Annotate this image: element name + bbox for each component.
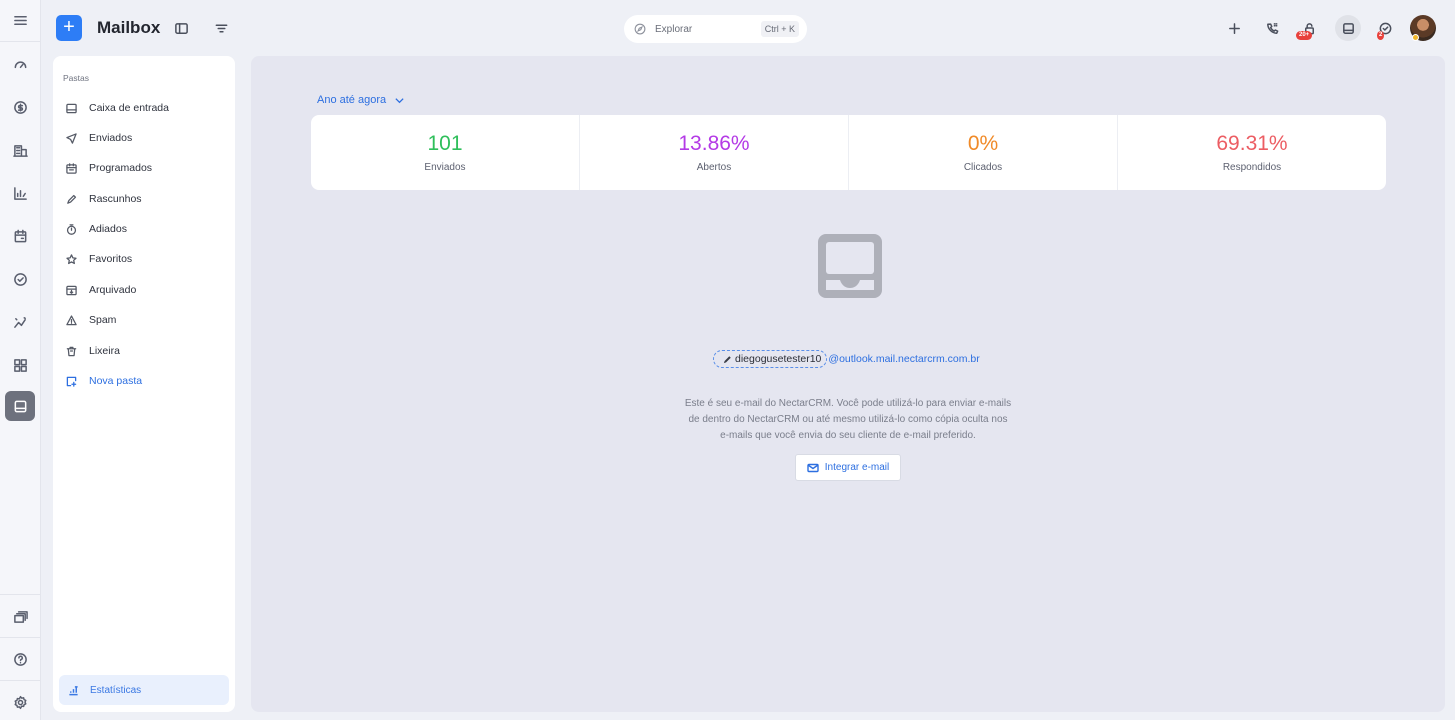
stat-label: Clicados xyxy=(963,162,1003,173)
stat-clicked: 0% Clicados xyxy=(849,115,1118,190)
archive-icon xyxy=(66,285,77,295)
apps-icon[interactable] xyxy=(5,350,35,380)
add-icon[interactable] xyxy=(1223,17,1245,39)
dashboard-icon[interactable] xyxy=(5,49,35,79)
folders-heading: Pastas xyxy=(63,73,89,83)
mailbox-icon[interactable] xyxy=(5,391,35,421)
email-username: diegogusetester10 xyxy=(735,353,822,365)
phone-icon[interactable] xyxy=(1261,17,1283,39)
folder-snoozed[interactable]: Adiados xyxy=(61,217,227,241)
folder-label: Enviados xyxy=(89,132,133,144)
mail-icon xyxy=(807,463,819,472)
rail-divider xyxy=(0,41,41,42)
menu-icon[interactable] xyxy=(5,5,35,35)
integrate-email-label: Integrar e-mail xyxy=(824,462,890,473)
new-button[interactable]: + xyxy=(56,15,82,41)
warning-icon xyxy=(66,314,77,325)
folder-label: Spam xyxy=(89,314,117,326)
statistics-link[interactable]: Estatísticas xyxy=(59,675,229,705)
reports-icon[interactable] xyxy=(5,178,35,208)
notifications-badge: 20+ xyxy=(1296,31,1313,40)
stat-sent: 101 Enviados xyxy=(311,115,580,190)
stat-label: Abertos xyxy=(696,162,732,173)
app-title: Mailbox xyxy=(97,18,161,37)
folder-trash[interactable]: Lixeira xyxy=(61,339,227,363)
settings-icon[interactable] xyxy=(5,687,35,717)
folder-label: Arquivado xyxy=(89,284,137,296)
email-domain: @outlook.mail.nectarcrm.com.br xyxy=(828,353,980,365)
folder-label: Lixeira xyxy=(89,345,120,357)
folder-inbox[interactable]: Caixa de entrada xyxy=(61,96,227,120)
inbox-icon xyxy=(66,103,77,113)
stat-value: 0% xyxy=(967,132,999,155)
chevron-down-icon xyxy=(395,97,404,103)
analytics-icon[interactable] xyxy=(5,307,35,337)
folder-spam[interactable]: Spam xyxy=(61,308,227,332)
status-indicator xyxy=(1412,34,1419,41)
money-icon[interactable] xyxy=(5,92,35,122)
stats-card: 101 Enviados 13.86% Abertos 0% Clicados … xyxy=(311,115,1386,190)
folder-scheduled[interactable]: Programados xyxy=(61,156,227,180)
main-panel: Ano até agora 101 Enviados 13.86% Aberto… xyxy=(251,56,1445,712)
compass-icon xyxy=(634,23,646,35)
new-folder-label: Nova pasta xyxy=(89,375,143,387)
folder-favorites[interactable]: Favoritos xyxy=(61,247,227,271)
date-range-dropdown[interactable]: Ano até agora xyxy=(317,94,405,106)
send-icon xyxy=(66,132,77,144)
folder-label: Rascunhos xyxy=(89,193,142,205)
campaigns-icon[interactable] xyxy=(5,601,35,631)
search-shortcut: Ctrl + K xyxy=(760,21,799,37)
search-input[interactable] xyxy=(655,23,750,35)
stat-value: 13.86% xyxy=(678,132,750,155)
stat-label: Enviados xyxy=(424,162,466,173)
companies-icon[interactable] xyxy=(5,135,35,165)
timer-icon xyxy=(66,223,77,235)
rail-divider xyxy=(0,680,41,681)
folder-archived[interactable]: Arquivado xyxy=(61,278,227,302)
stat-value: 101 xyxy=(427,132,463,155)
pencil-icon xyxy=(723,355,731,363)
mailbox-shortcut-icon[interactable] xyxy=(1335,15,1361,41)
folders-panel: Pastas Caixa de entrada Enviados Program… xyxy=(53,56,235,712)
star-icon xyxy=(66,253,77,264)
folder-label: Favoritos xyxy=(89,253,133,265)
date-range-label: Ano até agora xyxy=(317,94,387,106)
folder-drafts[interactable]: Rascunhos xyxy=(61,187,227,211)
new-folder-button[interactable]: Nova pasta xyxy=(61,369,227,393)
sidebar-toggle-icon[interactable] xyxy=(170,17,192,39)
pencil-icon xyxy=(67,194,77,204)
statistics-label: Estatísticas xyxy=(90,684,142,696)
calendar-icon[interactable] xyxy=(5,221,35,251)
folder-label: Adiados xyxy=(89,223,127,235)
left-rail xyxy=(0,0,41,720)
folder-label: Programados xyxy=(89,162,153,174)
help-icon[interactable] xyxy=(5,644,35,674)
new-folder-icon xyxy=(66,376,77,387)
nectar-email-address: diegogusetester10 @outlook.mail.nectarcr… xyxy=(713,350,980,368)
stat-label: Respondidos xyxy=(1222,162,1282,173)
calendar-icon xyxy=(66,162,77,174)
filter-icon[interactable] xyxy=(210,17,232,39)
search-bar[interactable]: Ctrl + K xyxy=(624,15,807,43)
statistics-icon xyxy=(69,685,78,695)
email-username-editable[interactable]: diegogusetester10 xyxy=(713,350,828,368)
folder-sent[interactable]: Enviados xyxy=(61,126,227,150)
stat-opened: 13.86% Abertos xyxy=(580,115,849,190)
email-description: Este é seu e-mail do NectarCRM. Você pod… xyxy=(684,398,1012,441)
rail-divider xyxy=(0,594,41,595)
integrate-email-button[interactable]: Integrar e-mail xyxy=(795,454,901,481)
empty-inbox-icon xyxy=(818,234,882,298)
rail-divider xyxy=(0,637,41,638)
folder-label: Caixa de entrada xyxy=(89,102,169,114)
tasks-icon[interactable] xyxy=(5,264,35,294)
trash-icon xyxy=(66,346,77,356)
stat-replied: 69.31% Respondidos xyxy=(1118,115,1386,190)
stat-value: 69.31% xyxy=(1216,132,1288,155)
